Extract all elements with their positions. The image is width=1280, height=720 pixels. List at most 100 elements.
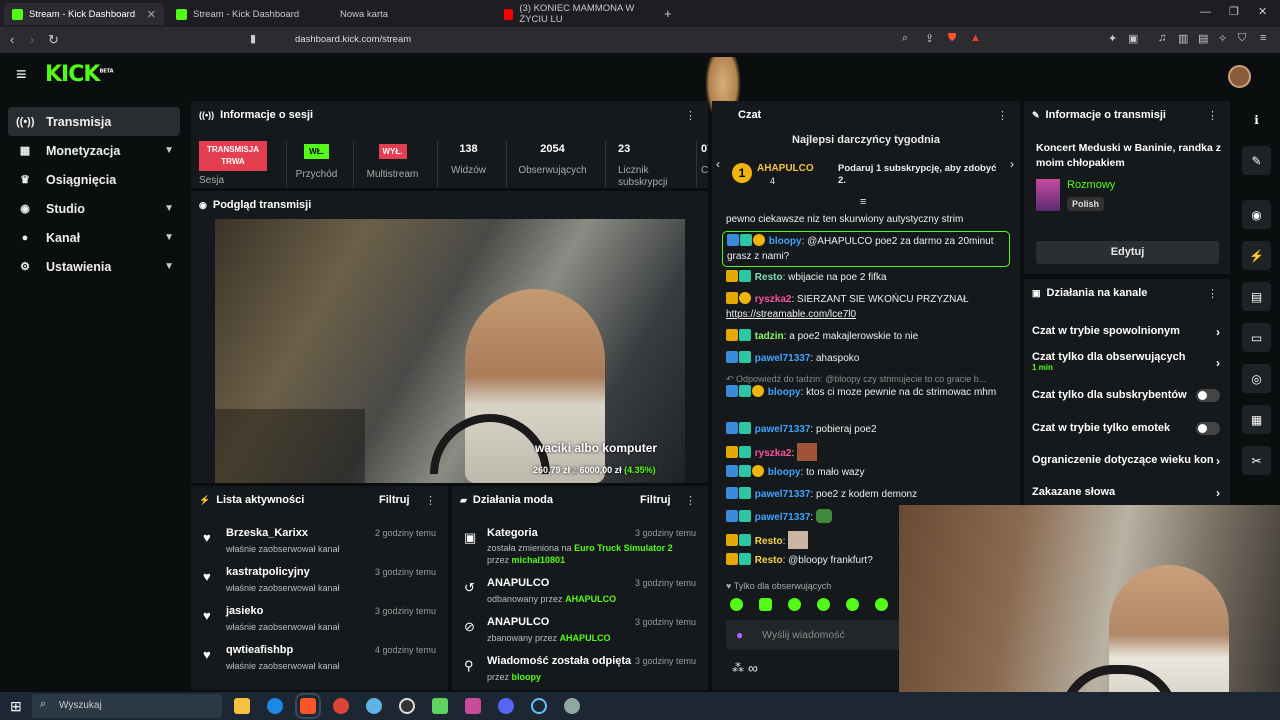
- chat-icon[interactable]: ▭: [1242, 323, 1271, 352]
- brave-rewards-icon[interactable]: ▲: [970, 32, 981, 44]
- broadcast-icon[interactable]: ◎: [1242, 364, 1271, 393]
- wallet-icon[interactable]: ▤: [1198, 32, 1208, 45]
- chevron-left-icon[interactable]: ‹: [716, 157, 720, 171]
- file-explorer-icon[interactable]: [234, 698, 250, 714]
- sidebar-item-transmisja[interactable]: ((•)) Transmisja: [8, 107, 180, 136]
- emote-icon[interactable]: [846, 598, 859, 611]
- more-options-icon[interactable]: ⋮: [1207, 109, 1218, 122]
- badge-icon: [739, 422, 751, 434]
- chat-message: Resto: wbijacie na poe 2 fifka: [726, 270, 1006, 285]
- kick-logo[interactable]: KICKBETA: [45, 62, 114, 87]
- chrome-icon[interactable]: [333, 698, 349, 714]
- app-c-icon[interactable]: [366, 698, 382, 714]
- chat-input[interactable]: ● Wyślij wiadomość: [726, 620, 906, 650]
- sidebar-item-ustawienia[interactable]: ⚙ Ustawienia ▼: [8, 252, 180, 281]
- badge-icon: [739, 270, 751, 282]
- sidebar-item-kanal[interactable]: ● Kanał ▼: [8, 223, 180, 252]
- restore-icon[interactable]: ❐: [1229, 5, 1239, 18]
- banned-words-row[interactable]: Zakazane słowa ›: [1032, 486, 1222, 500]
- more-options-icon[interactable]: ⋮: [1207, 287, 1218, 300]
- category-link[interactable]: Rozmowy: [1067, 179, 1115, 191]
- chevron-right-icon[interactable]: ›: [1010, 157, 1014, 171]
- minimize-icon[interactable]: —: [1200, 6, 1211, 18]
- activity-filter-button[interactable]: Filtruj: [379, 494, 410, 506]
- stream-video[interactable]: waciki albo komputer 260,79 zł z 6000,00…: [215, 219, 685, 483]
- lightning-icon[interactable]: ⚡: [1242, 241, 1271, 270]
- taskbar-search[interactable]: ⌕ Wyszukaj: [32, 694, 222, 718]
- youtube-favicon-icon: [504, 8, 514, 20]
- brave-shield-icon[interactable]: ⛊: [948, 32, 956, 45]
- edit-button[interactable]: Edytuj: [1036, 241, 1219, 264]
- windows-start-icon[interactable]: ⊞: [10, 698, 22, 715]
- wrench-icon[interactable]: ✂: [1242, 446, 1271, 475]
- income-toggle[interactable]: WŁ.: [304, 144, 329, 159]
- microphone-icon[interactable]: ●: [736, 628, 743, 642]
- emote-only-toggle[interactable]: [1196, 422, 1220, 435]
- close-tab-icon[interactable]: ✕: [147, 8, 156, 21]
- stream-preview-header: ◉ Podgląd transmisji: [199, 199, 312, 211]
- browser-tab[interactable]: Stream - Kick Dashboard ✕: [4, 3, 164, 25]
- followers-only-row[interactable]: Czat tylko dla obserwujących 1 min ›: [1032, 351, 1222, 372]
- sidebar-item-monetyzacja[interactable]: ▦ Monetyzacja ▼: [8, 136, 180, 165]
- extensions-icon[interactable]: ✦: [1108, 32, 1117, 45]
- emote-icon[interactable]: [730, 598, 743, 611]
- app-icon[interactable]: [564, 698, 580, 714]
- more-options-icon[interactable]: ⋮: [425, 494, 436, 507]
- avatar[interactable]: [1228, 65, 1251, 88]
- kick-header: ≡ KICKBETA: [0, 53, 1280, 123]
- mod-filter-button[interactable]: Filtruj: [640, 494, 671, 506]
- infinity-icon[interactable]: ∞: [748, 660, 758, 676]
- new-tab-icon[interactable]: +: [664, 6, 672, 21]
- steam-icon[interactable]: [531, 698, 547, 714]
- back-icon[interactable]: ‹: [10, 32, 14, 47]
- browser-tab[interactable]: Stream - Kick Dashboard: [168, 3, 328, 25]
- edit-icon[interactable]: ✎: [1242, 146, 1271, 175]
- media-icon[interactable]: ♫: [1158, 32, 1166, 44]
- sidebar-toggle-icon[interactable]: ▥: [1178, 32, 1188, 45]
- reload-icon[interactable]: ↻: [48, 32, 59, 48]
- camera-icon[interactable]: ◉: [1242, 200, 1271, 229]
- browser-tab[interactable]: Nowa karta: [332, 3, 492, 25]
- zoom-icon[interactable]: ⌕: [902, 32, 908, 45]
- subscribers-only-toggle[interactable]: [1196, 389, 1220, 402]
- document-icon[interactable]: ▤: [1242, 282, 1271, 311]
- vpn-icon[interactable]: ⛉: [1238, 32, 1246, 45]
- sidebar-item-osiagniecia[interactable]: ♛ Osiągnięcia: [8, 165, 180, 194]
- media-player-icon[interactable]: [432, 698, 448, 714]
- discord-icon[interactable]: [498, 698, 514, 714]
- more-options-icon[interactable]: ⋮: [685, 494, 696, 507]
- brave-icon[interactable]: [295, 693, 321, 719]
- more-options-icon[interactable]: ⋮: [685, 109, 696, 122]
- leo-icon[interactable]: ✧: [1218, 32, 1227, 45]
- pinned-icon[interactable]: ≡: [860, 196, 866, 208]
- info-icon[interactable]: ℹ: [1242, 105, 1271, 134]
- emote-icon[interactable]: [817, 598, 830, 611]
- emote-icon[interactable]: [759, 598, 772, 611]
- sidebar-item-studio[interactable]: ◉ Studio ▼: [8, 194, 180, 223]
- more-options-icon[interactable]: ⋮: [997, 109, 1008, 122]
- emote-icon[interactable]: [788, 598, 801, 611]
- url-field[interactable]: dashboard.kick.com/stream: [270, 31, 990, 49]
- chevron-down-icon: ▼: [164, 145, 174, 156]
- browser-tab[interactable]: (3) KONIEC MAMMONA W ŻYCIU LU: [496, 3, 656, 25]
- badge-icon: [726, 446, 738, 458]
- share-icon[interactable]: ⇪: [925, 32, 934, 45]
- gift-sub-prompt[interactable]: Podaruj 1 subskrypcję, aby zdobyć 2.: [838, 163, 1000, 187]
- obs-icon[interactable]: [399, 698, 415, 714]
- multistream-toggle[interactable]: WYŁ.: [378, 144, 407, 159]
- app-icon[interactable]: [465, 698, 481, 714]
- edge-icon[interactable]: [267, 698, 283, 714]
- chat-tools-icon[interactable]: ⁂: [732, 661, 744, 675]
- bookmark-icon[interactable]: ▮: [250, 32, 256, 45]
- emote-bar: [730, 598, 900, 614]
- emote-icon[interactable]: [875, 598, 888, 611]
- age-restriction-row[interactable]: Ograniczenie dotyczące wieku kon ›: [1032, 454, 1222, 468]
- close-window-icon[interactable]: ✕: [1258, 5, 1267, 18]
- menu-icon[interactable]: ≡: [1260, 32, 1266, 44]
- layout-icon[interactable]: ▦: [1242, 405, 1271, 434]
- tab-search-icon[interactable]: ▣: [1128, 32, 1138, 45]
- hamburger-menu-icon[interactable]: ≡: [16, 64, 27, 85]
- forward-icon[interactable]: ›: [30, 32, 34, 47]
- slow-mode-row[interactable]: Czat w trybie spowolnionym ›: [1032, 325, 1222, 339]
- badge-icon: [739, 510, 751, 522]
